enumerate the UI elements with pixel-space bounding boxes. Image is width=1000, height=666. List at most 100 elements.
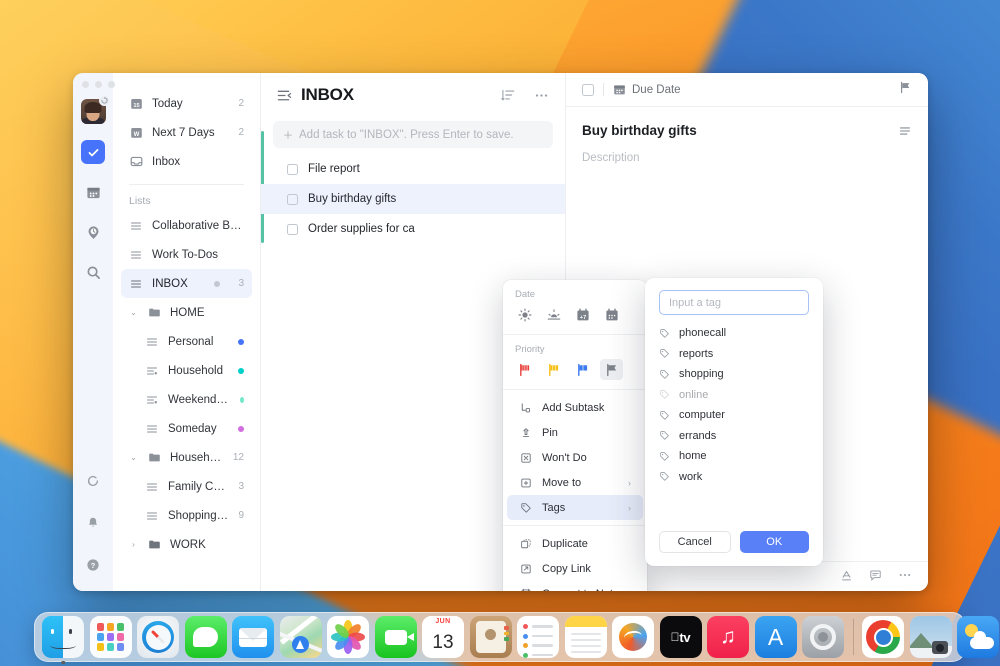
menu-item-move-to[interactable]: Move to › <box>507 470 643 495</box>
rail-item-search[interactable] <box>81 260 105 284</box>
dock-icon-calendar[interactable]: JUN 13 <box>422 616 464 658</box>
sidebar-item-shopping-list[interactable]: Shopping List 9 <box>121 501 252 530</box>
task-checkbox[interactable] <box>287 223 298 235</box>
date-next-week-button[interactable]: +7 <box>571 304 594 325</box>
dock-icon-photos[interactable] <box>327 616 369 658</box>
sidebar-item-personal[interactable]: Personal <box>121 327 252 356</box>
task-title[interactable]: Buy birthday gifts <box>582 123 912 138</box>
dock-icon-safari[interactable] <box>137 616 179 658</box>
avatar[interactable] <box>80 95 110 124</box>
menu-item-tags[interactable]: Tags › <box>507 495 643 520</box>
sidebar-item-weekend-projects[interactable]: Weekend Projects <box>121 385 252 414</box>
chevron-down-icon[interactable]: ⌄ <box>129 308 138 317</box>
flag-icon[interactable] <box>899 81 912 99</box>
priority-low-button[interactable] <box>571 359 594 380</box>
rail-item-pomodoro[interactable] <box>81 220 105 244</box>
dock-icon-launchpad[interactable] <box>89 616 132 658</box>
sidebar-item-inbox-list[interactable]: INBOX 3 <box>121 269 252 298</box>
minimize-button[interactable] <box>95 81 102 88</box>
cancel-button[interactable]: Cancel <box>659 531 731 553</box>
ticktick-app-window: ? 15 Today 2 W Next 7 Days 2 Inbox Lists… <box>73 73 928 591</box>
more-icon[interactable] <box>534 88 549 103</box>
date-custom-button[interactable] <box>600 304 623 325</box>
zoom-button[interactable] <box>108 81 115 88</box>
list-color-dot <box>238 425 244 432</box>
tag-list-item[interactable]: shopping <box>645 364 823 385</box>
sidebar-folder-work[interactable]: › WORK <box>121 530 252 559</box>
rail-item-calendar[interactable] <box>81 180 105 204</box>
task-checkbox[interactable] <box>287 193 298 205</box>
format-text-icon[interactable] <box>840 569 853 585</box>
menu-item-duplicate[interactable]: Duplicate <box>507 531 643 556</box>
menu-item-copy-link[interactable]: Copy Link <box>507 556 643 581</box>
dock-icon-mail[interactable] <box>232 616 274 658</box>
date-today-button[interactable] <box>513 304 536 325</box>
svg-text:15: 15 <box>133 103 139 109</box>
dock-icon-appstore[interactable]: A <box>754 616 797 658</box>
rail-item-tasks[interactable] <box>81 140 105 164</box>
dock-icon-finder[interactable] <box>42 616 84 658</box>
tag-list-item[interactable]: computer <box>645 405 823 426</box>
window-traffic-lights[interactable] <box>82 81 115 88</box>
dock-icon-weather[interactable] <box>957 616 999 658</box>
tag-list-item[interactable]: work <box>645 467 823 488</box>
rail-item-notifications[interactable] <box>81 511 105 535</box>
comment-icon[interactable] <box>869 569 882 585</box>
chevron-down-icon[interactable]: ⌄ <box>129 453 138 462</box>
ok-button[interactable]: OK <box>739 531 809 553</box>
dock-icon-notes[interactable] <box>564 616 607 658</box>
priority-high-button[interactable] <box>513 359 536 380</box>
sidebar-item-collaborative-book[interactable]: Collaborative Book... <box>121 211 252 240</box>
menu-item-add-subtask[interactable]: Add Subtask <box>507 395 643 420</box>
sidebar-item-household[interactable]: Household <box>121 356 252 385</box>
sort-icon[interactable] <box>501 88 515 102</box>
sidebar-folder-household[interactable]: ⌄ Household 12 <box>121 443 252 472</box>
dock-icon-contacts[interactable] <box>469 616 512 658</box>
sidebar-item-next-7-days[interactable]: W Next 7 Days 2 <box>121 118 252 147</box>
menu-item-pin[interactable]: Pin <box>507 420 643 445</box>
task-checkbox[interactable] <box>287 163 298 175</box>
tag-input[interactable]: Input a tag <box>659 290 809 315</box>
sidebar-item-work-to-dos[interactable]: Work To-Dos <box>121 240 252 269</box>
due-date-button[interactable]: Due Date <box>613 83 681 96</box>
dock-icon-facetime[interactable] <box>374 616 417 658</box>
dock-icon-maps[interactable] <box>279 616 322 658</box>
close-button[interactable] <box>82 81 89 88</box>
menu-item-wont-do[interactable]: Won't Do <box>507 445 643 470</box>
sidebar-item-family-chores[interactable]: Family Chores 3 <box>121 472 252 501</box>
dock-icon-chrome[interactable] <box>862 616 904 658</box>
date-tomorrow-button[interactable] <box>542 304 565 325</box>
add-task-input[interactable]: Add task to "INBOX". Press Enter to save… <box>273 121 553 148</box>
chevron-right-icon[interactable]: › <box>129 540 138 549</box>
tag-list-item[interactable]: errands <box>645 426 823 447</box>
task-row[interactable]: Order supplies for ca <box>261 214 565 244</box>
tag-list-item[interactable]: home <box>645 446 823 467</box>
dock-icon-music[interactable]: ♫ <box>707 616 749 658</box>
collapse-list-icon[interactable] <box>277 88 292 103</box>
detail-menu-icon[interactable] <box>898 124 912 143</box>
priority-medium-button[interactable] <box>542 359 565 380</box>
rail-item-help[interactable]: ? <box>81 553 105 577</box>
menu-item-convert-to-note[interactable]: Convert to Note <box>507 581 643 591</box>
dock-icon-stocks[interactable] <box>612 616 654 658</box>
tag-list-item[interactable]: online <box>645 385 823 406</box>
task-complete-checkbox[interactable] <box>582 83 594 96</box>
more-icon[interactable] <box>898 568 912 585</box>
dock-icon-appletv[interactable]: tv <box>659 616 702 658</box>
dock-icon-preview[interactable] <box>909 616 952 658</box>
priority-none-button[interactable] <box>600 359 623 380</box>
sidebar-item-someday[interactable]: Someday <box>121 414 252 443</box>
tag-list-item[interactable]: reports <box>645 344 823 365</box>
rail-item-sync[interactable] <box>81 469 105 493</box>
sidebar-item-today[interactable]: 15 Today 2 <box>121 89 252 118</box>
sidebar-folder-home[interactable]: ⌄ HOME <box>121 298 252 327</box>
dock-icon-messages[interactable] <box>184 616 227 658</box>
task-description-placeholder[interactable]: Description <box>582 152 912 164</box>
sidebar-item-inbox[interactable]: Inbox <box>121 147 252 176</box>
dock-icon-reminders[interactable] <box>517 616 559 658</box>
tag-list-item[interactable]: phonecall <box>645 323 823 344</box>
sidebar-label: Household <box>168 364 223 377</box>
task-row[interactable]: Buy birthday gifts <box>261 184 565 214</box>
dock-icon-system-settings[interactable] <box>802 616 844 658</box>
task-row[interactable]: File report <box>261 154 565 184</box>
